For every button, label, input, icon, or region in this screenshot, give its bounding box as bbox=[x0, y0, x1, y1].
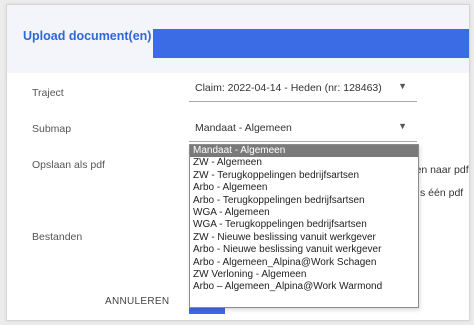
submap-label: Submap bbox=[32, 123, 72, 135]
submap-dropdown-list: Mandaat - Algemeen ZW - Algemeen ZW - Te… bbox=[189, 144, 419, 308]
submap-select[interactable]: Mandaat - Algemeen ▼ bbox=[189, 115, 417, 142]
submap-value: Mandaat - Algemeen bbox=[195, 122, 292, 134]
dropdown-option[interactable]: ZW - Algemeen bbox=[190, 157, 418, 169]
upload-dialog: Upload document(en) Traject Claim: 2022-… bbox=[6, 4, 470, 321]
dropdown-option[interactable]: Mandaat - Algemeen bbox=[190, 145, 418, 158]
traject-value: Claim: 2022-04-14 - Heden (nr: 128463) bbox=[195, 82, 382, 94]
dropdown-option[interactable]: ZW - Nieuwe beslissing vanuit werkgever bbox=[190, 232, 418, 244]
bestanden-label: Bestanden bbox=[32, 231, 83, 243]
traject-select[interactable]: Claim: 2022-04-14 - Heden (nr: 128463) ▼ bbox=[189, 75, 417, 102]
dropdown-option[interactable]: Arbo - Terugkoppelingen bedrijfsartsen bbox=[190, 195, 418, 207]
dialog-title: Upload document(en) bbox=[23, 29, 152, 43]
dropdown-option[interactable]: Arbo - Algemeen bbox=[190, 182, 418, 194]
cancel-button[interactable]: ANNULEREN bbox=[105, 296, 169, 307]
opslaan-option-pdf-each[interactable]: ren naar pdf bbox=[412, 164, 469, 176]
chevron-down-icon: ▼ bbox=[398, 81, 407, 91]
dialog-header: Upload document(en) bbox=[7, 5, 469, 73]
dropdown-option[interactable]: Arbo - Algemeen_Alpina@Work Schagen bbox=[190, 257, 418, 269]
opslaan-option-single-pdf[interactable]: s één pdf bbox=[420, 187, 463, 199]
header-accent-bar bbox=[153, 29, 469, 58]
dropdown-option[interactable]: Arbo - Nieuwe beslissing vanuit werkgeve… bbox=[190, 244, 418, 256]
opslaan-label: Opslaan als pdf bbox=[32, 159, 105, 171]
dropdown-option[interactable]: ZW Verloning - Algemeen bbox=[190, 269, 418, 281]
dropdown-option[interactable]: Arbo – Algemeen_Alpina@Work Warmond bbox=[190, 281, 418, 293]
dropdown-option[interactable]: WGA - Terugkoppelingen bedrijfsartsen bbox=[190, 219, 418, 231]
dropdown-option[interactable]: ZW - Terugkoppelingen bedrijfsartsen bbox=[190, 170, 418, 182]
dropdown-option[interactable]: WGA - Algemeen bbox=[190, 207, 418, 219]
chevron-down-icon: ▼ bbox=[398, 121, 407, 131]
traject-label: Traject bbox=[32, 87, 64, 99]
